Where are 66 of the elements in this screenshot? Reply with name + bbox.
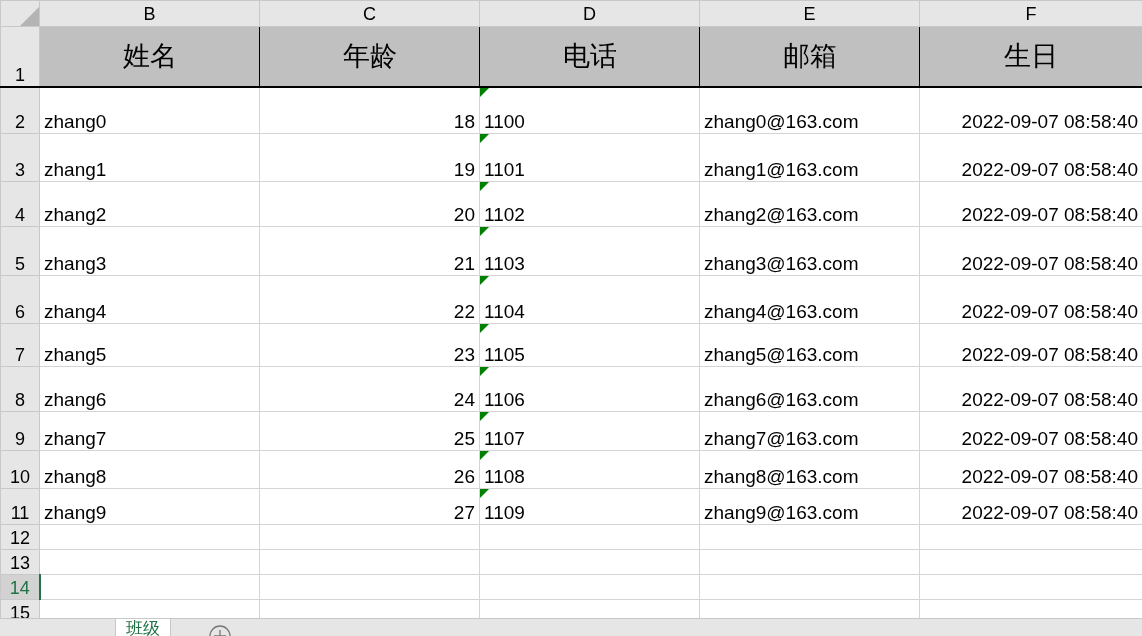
header-cell: 姓名 [39, 26, 260, 87]
row-header[interactable]: 8 [0, 366, 40, 412]
table-cell: 18 [259, 86, 480, 134]
table-cell: 21 [259, 226, 480, 276]
table-cell: 19 [259, 133, 480, 182]
column-header[interactable]: D [479, 0, 700, 27]
row-header[interactable]: 1 [0, 26, 40, 87]
table-cell: 1105 [479, 323, 700, 367]
row-header[interactable]: 12 [0, 524, 40, 550]
table-cell: zhang9@163.com [699, 488, 920, 525]
table-cell: zhang1 [39, 133, 260, 182]
table-cell: 20 [259, 181, 480, 227]
row-header[interactable]: 5 [0, 226, 40, 276]
row-header[interactable]: 3 [0, 133, 40, 182]
table-cell: zhang9 [39, 488, 260, 525]
column-header[interactable]: B [39, 0, 260, 27]
table-cell: zhang6 [39, 366, 260, 412]
table-cell: 23 [259, 323, 480, 367]
table-cell: zhang4 [39, 275, 260, 324]
table-cell: zhang4@163.com [699, 275, 920, 324]
header-cell: 电话 [479, 26, 700, 87]
sheet-tab[interactable]: 班级 [115, 619, 171, 636]
table-cell: zhang5@163.com [699, 323, 920, 367]
table-cell: 1107 [479, 411, 700, 451]
table-cell: 1103 [479, 226, 700, 276]
table-cell: zhang2 [39, 181, 260, 227]
add-sheet-icon[interactable] [209, 625, 231, 636]
row-header[interactable]: 10 [0, 450, 40, 489]
table-cell: 1106 [479, 366, 700, 412]
row-header[interactable]: 14 [0, 574, 40, 600]
table-cell: 24 [259, 366, 480, 412]
table-cell: zhang7@163.com [699, 411, 920, 451]
table-cell: 1102 [479, 181, 700, 227]
header-cell: 生日 [919, 26, 1142, 87]
row-header[interactable]: 6 [0, 275, 40, 324]
table-cell: zhang0 [39, 86, 260, 134]
table-cell: 26 [259, 450, 480, 489]
table-cell: zhang5 [39, 323, 260, 367]
row-header[interactable]: 2 [0, 86, 40, 134]
table-cell: 1104 [479, 275, 700, 324]
table-cell: 25 [259, 411, 480, 451]
table-cell: 1101 [479, 133, 700, 182]
table-cell: zhang1@163.com [699, 133, 920, 182]
table-cell: 1109 [479, 488, 700, 525]
row-header[interactable]: 11 [0, 488, 40, 525]
column-header[interactable]: F [919, 0, 1142, 27]
row-header[interactable]: 7 [0, 323, 40, 367]
row-header[interactable]: 4 [0, 181, 40, 227]
column-header[interactable]: E [699, 0, 920, 27]
table-cell: 1100 [479, 86, 700, 134]
table-cell: 27 [259, 488, 480, 525]
table-cell: zhang8@163.com [699, 450, 920, 489]
header-cell: 邮箱 [699, 26, 920, 87]
table-cell: zhang2@163.com [699, 181, 920, 227]
header-cell: 年龄 [259, 26, 480, 87]
table-cell: zhang6@163.com [699, 366, 920, 412]
row-header[interactable]: 13 [0, 549, 40, 575]
table-cell: zhang8 [39, 450, 260, 489]
table-cell: zhang0@163.com [699, 86, 920, 134]
table-cell: zhang3 [39, 226, 260, 276]
row-header[interactable]: 9 [0, 411, 40, 451]
column-header[interactable]: C [259, 0, 480, 27]
table-cell: 22 [259, 275, 480, 324]
table-cell: zhang7 [39, 411, 260, 451]
table-cell: zhang3@163.com [699, 226, 920, 276]
table-cell: 1108 [479, 450, 700, 489]
